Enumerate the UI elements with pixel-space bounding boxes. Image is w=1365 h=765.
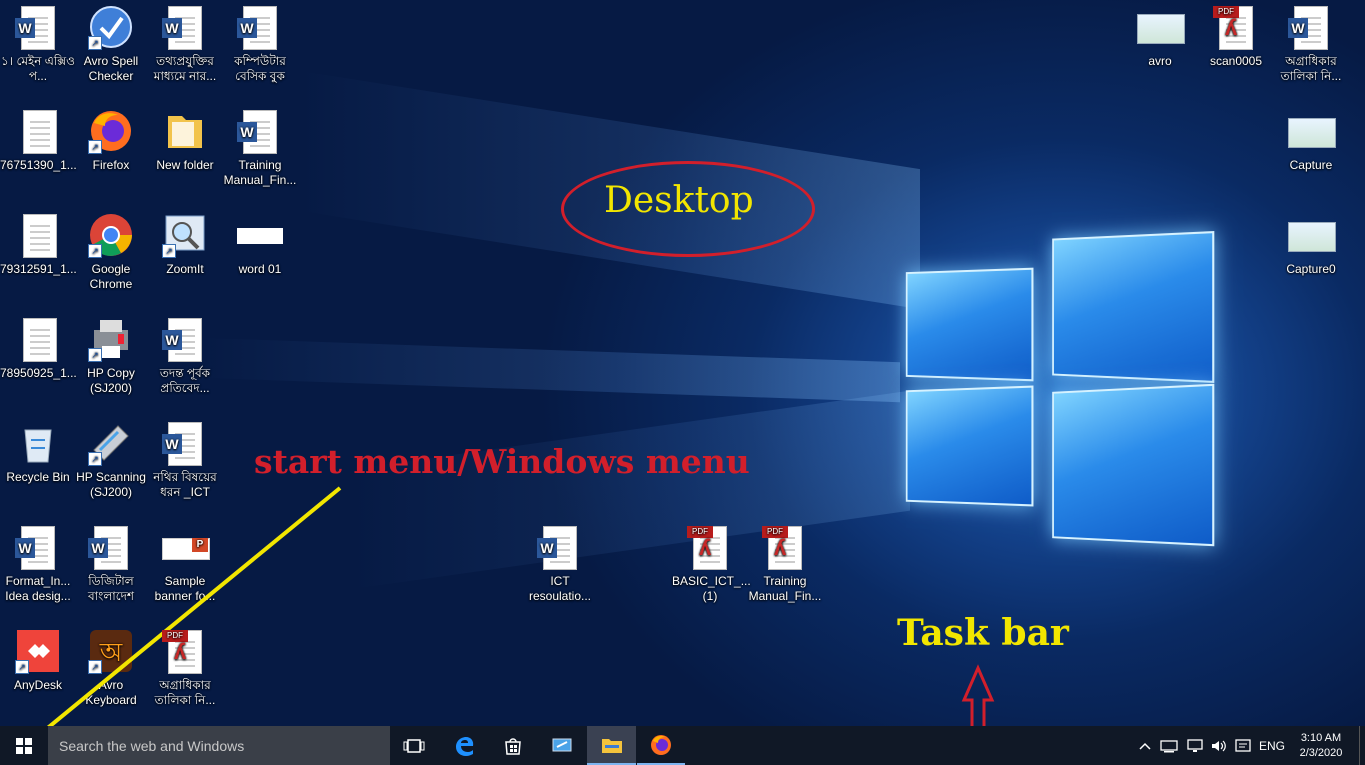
- edge-icon: [453, 735, 475, 757]
- start-menu-pointer-line: [33, 488, 340, 726]
- file-explorer-icon: [601, 736, 623, 754]
- desktop[interactable]: W ১। মেইন এক্সিও প... ↗ Avro Spell Checker W…: [0, 0, 1365, 726]
- language-indicator[interactable]: ENG: [1256, 726, 1288, 765]
- shortcut-arrow-icon: ↗: [88, 244, 102, 258]
- tray-app-button[interactable]: [1158, 726, 1180, 765]
- shortcut-arrow-icon: ↗: [88, 452, 102, 466]
- display-tray-icon: [1160, 739, 1178, 753]
- clock-date: 2/3/2020: [1300, 746, 1343, 761]
- taskbar: ENG 3:10 AM 2/3/2020: [0, 726, 1365, 765]
- edge-button[interactable]: [440, 726, 488, 765]
- task-view-button[interactable]: [390, 726, 438, 765]
- taskbar-search-box[interactable]: [48, 726, 390, 765]
- shortcut-arrow-icon: ↗: [162, 244, 176, 258]
- show-hidden-icons-button[interactable]: [1136, 726, 1154, 765]
- remote-desktop-icon: [551, 737, 573, 755]
- store-button[interactable]: [489, 726, 537, 765]
- store-icon: [503, 736, 523, 756]
- shortcut-arrow-icon: ↗: [88, 660, 102, 674]
- taskbar-pointer-arrow: [964, 668, 992, 726]
- task-view-icon: [403, 738, 425, 754]
- firefox-taskbar-button[interactable]: [637, 726, 685, 765]
- shortcut-arrow-icon: ↗: [88, 140, 102, 154]
- message-tray-icon: [1235, 739, 1251, 753]
- chevron-up-icon: [1139, 742, 1151, 750]
- clock-time: 3:10 AM: [1301, 731, 1341, 746]
- firefox-icon: [649, 733, 673, 757]
- volume-icon: [1210, 739, 1228, 753]
- network-icon: [1186, 739, 1204, 753]
- network-button[interactable]: [1184, 726, 1206, 765]
- remote-desktop-button[interactable]: [538, 726, 586, 765]
- action-center-tray-button[interactable]: [1232, 726, 1254, 765]
- file-explorer-button[interactable]: [587, 726, 636, 765]
- shortcut-arrow-icon: ↗: [88, 36, 102, 50]
- windows-start-icon: [15, 737, 33, 755]
- shortcut-arrow-icon: ↗: [15, 660, 29, 674]
- annotation-overlay: [0, 0, 1365, 726]
- start-button[interactable]: [0, 726, 48, 765]
- shortcut-arrow-icon: ↗: [88, 348, 102, 362]
- show-desktop-button[interactable]: [1359, 726, 1365, 765]
- volume-button[interactable]: [1208, 726, 1230, 765]
- clock[interactable]: 3:10 AM 2/3/2020: [1292, 726, 1350, 765]
- search-input[interactable]: [48, 726, 390, 765]
